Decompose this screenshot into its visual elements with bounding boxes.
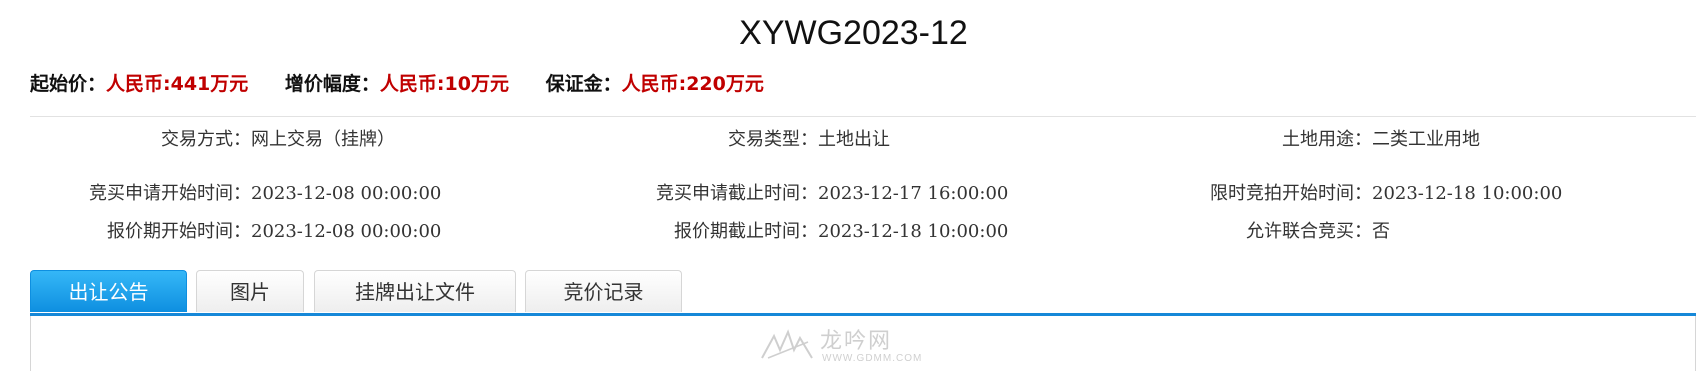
deposit-value: 人民币:220万元 [621,73,764,95]
watermark-mark-icon [761,329,813,359]
quote-end-value: 2023-12-18 10:00:00 [818,221,1009,242]
page-title: XYWG2023-12 [739,14,968,52]
quote-end-time: 报价期截止时间：2023-12-18 10:00:00 [600,220,1008,244]
apply-end-label: 竞买申请截止时间： [656,183,818,204]
divider [30,116,1696,117]
trade-method-label: 交易方式： [161,129,251,150]
bid-increment-label: 增价幅度： [284,73,380,95]
land-use-label: 土地用途： [1282,129,1372,150]
land-use-value: 二类工业用地 [1372,129,1480,150]
watermark-url: WWW.GDMM.COM [822,353,923,364]
starting-price-label: 起始价： [30,73,107,95]
land-use: 土地用途：二类工业用地 [1150,128,1480,152]
watermark-text: 龙吟网 [820,328,893,353]
joint-bid-value: 否 [1372,221,1390,242]
bid-increment: 增价幅度：人民币:10万元 [285,68,509,100]
starting-price: 起始价：人民币:441万元 [30,68,248,100]
trade-type-label: 交易类型： [728,129,818,150]
apply-start-time: 竞买申请开始时间：2023-12-08 00:00:00 [70,182,441,206]
tab-pictures[interactable]: 图片 [196,270,304,312]
auction-start-time: 限时竞拍开始时间：2023-12-18 10:00:00 [1150,182,1562,206]
trade-type-value: 土地出让 [818,129,890,150]
joint-bid-label: 允许联合竞买： [1246,221,1372,242]
deposit: 保证金：人民币:220万元 [546,68,764,100]
tab-transfer-notice[interactable]: 出让公告 [30,270,187,312]
apply-start-label: 竞买申请开始时间： [89,183,251,204]
auction-start-label: 限时竞拍开始时间： [1210,183,1372,204]
joint-bid: 允许联合竞买：否 [1150,220,1390,244]
quote-start-label: 报价期开始时间： [107,221,251,242]
quote-end-label: 报价期截止时间： [674,221,818,242]
auction-start-value: 2023-12-18 10:00:00 [1372,183,1563,204]
tab-listing-documents[interactable]: 挂牌出让文件 [314,270,516,312]
apply-end-time: 竞买申请截止时间：2023-12-17 16:00:00 [600,182,1008,206]
price-summary: 起始价：人民币:441万元 增价幅度：人民币:10万元 保证金：人民币:220万… [30,68,794,100]
quote-start-value: 2023-12-08 00:00:00 [251,221,442,242]
apply-start-value: 2023-12-08 00:00:00 [251,183,442,204]
trade-method-value: 网上交易（挂牌） [251,129,395,150]
watermark-logo: 龙吟网 WWW.GDMM.COM [760,328,960,368]
apply-end-value: 2023-12-17 16:00:00 [818,183,1009,204]
trade-method: 交易方式：网上交易（挂牌） [90,128,395,152]
tab-bid-records[interactable]: 竞价记录 [525,270,682,312]
starting-price-value: 人民币:441万元 [106,73,249,95]
quote-start-time: 报价期开始时间：2023-12-08 00:00:00 [70,220,441,244]
deposit-label: 保证金： [545,73,622,95]
trade-type: 交易类型：土地出让 [600,128,890,152]
bid-increment-value: 人民币:10万元 [379,73,509,95]
